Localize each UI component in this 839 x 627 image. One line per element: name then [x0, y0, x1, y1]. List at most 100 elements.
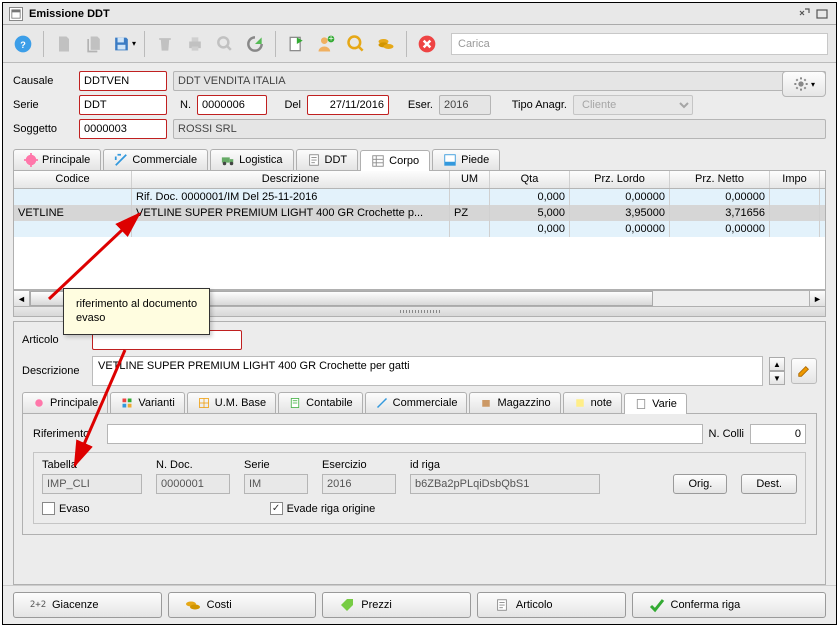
dtab-commerciale[interactable]: Commerciale: [365, 392, 468, 413]
riferimento-field[interactable]: [107, 424, 703, 444]
logistica-icon: [221, 153, 235, 167]
label-serie: Serie: [13, 99, 73, 111]
window-title: Emissione DDT: [29, 8, 794, 20]
label-descrizione: Descrizione: [22, 365, 86, 377]
descrizione-field[interactable]: VETLINE SUPER PREMIUM LIGHT 400 GR Croch…: [92, 356, 763, 386]
dtab-principale[interactable]: Principale: [22, 392, 108, 413]
print-icon[interactable]: [183, 32, 207, 56]
serie-ref-field: [244, 474, 308, 494]
dtab-varie[interactable]: Varie: [624, 393, 687, 414]
main-tabs: Principale Commerciale Logistica DDT Cor…: [3, 149, 836, 170]
grid-row[interactable]: 0,000 0,00000 0,00000: [14, 221, 825, 237]
grid-header: Codice Descrizione UM Qta Prz. Lordo Prz…: [14, 171, 825, 189]
window: Emissione DDT ? ▾ + Carica ▾: [2, 2, 837, 625]
titlebar: Emissione DDT: [3, 3, 836, 25]
tab-principale[interactable]: Principale: [13, 149, 101, 170]
window-icon: [9, 7, 23, 21]
dtab-varianti[interactable]: Varianti: [110, 392, 184, 413]
add-user-icon[interactable]: +: [314, 32, 338, 56]
dtab-magazzino[interactable]: Magazzino: [469, 392, 560, 413]
label-causale: Causale: [13, 75, 73, 87]
tab-commerciale[interactable]: Commerciale: [103, 149, 208, 170]
coins-icon: [185, 597, 201, 613]
idriga-field: [410, 474, 600, 494]
window-maximize-icon[interactable]: [814, 7, 830, 21]
umbase-icon: [197, 396, 211, 410]
save-icon[interactable]: ▾: [112, 32, 136, 56]
refresh-icon[interactable]: [243, 32, 267, 56]
articolo-button[interactable]: Articolo: [477, 592, 626, 618]
window-restore-icon[interactable]: [796, 7, 812, 21]
label-del: Del: [273, 99, 301, 111]
serie-field[interactable]: [79, 95, 167, 115]
export-icon[interactable]: [284, 32, 308, 56]
principale-icon: [24, 153, 38, 167]
close-icon[interactable]: [415, 32, 439, 56]
settings-button[interactable]: ▾: [782, 71, 826, 97]
orig-button[interactable]: Orig.: [673, 474, 727, 494]
causale-field[interactable]: [79, 71, 167, 91]
grid: Codice Descrizione UM Qta Prz. Lordo Prz…: [13, 170, 826, 290]
tab-corpo[interactable]: Corpo: [360, 150, 430, 171]
scroll-left-icon[interactable]: ◄: [13, 290, 30, 307]
note-icon: [573, 396, 587, 410]
evaso-checkbox[interactable]: Evaso: [42, 502, 90, 515]
dtab-contabile[interactable]: Contabile: [278, 392, 362, 413]
numero-field[interactable]: [197, 95, 267, 115]
copy-icon[interactable]: [82, 32, 106, 56]
header-form: ▾ Causale Serie N. Del Eser. Tipo Anagr.…: [3, 63, 836, 149]
grid-row[interactable]: VETLINE VETLINE SUPER PREMIUM LIGHT 400 …: [14, 205, 825, 221]
causale-descr-field: [173, 71, 826, 91]
detail-tabs: Principale Varianti U.M. Base Contabile …: [22, 392, 817, 413]
checkbox-icon: ✓: [270, 502, 283, 515]
label-n: N.: [173, 99, 191, 111]
scroll-right-icon[interactable]: ►: [809, 290, 826, 307]
commerciale-icon: [375, 396, 389, 410]
costi-button[interactable]: Costi: [168, 592, 317, 618]
search-icon[interactable]: [213, 32, 237, 56]
dtab-umbase[interactable]: U.M. Base: [187, 392, 276, 413]
checkbox-icon: [42, 502, 55, 515]
commerciale-icon: [114, 153, 128, 167]
carica-search[interactable]: Carica: [451, 33, 828, 55]
price-icon: [339, 597, 355, 613]
zoom-icon[interactable]: [344, 32, 368, 56]
eser-field: [439, 95, 491, 115]
toolbar: ? ▾ + Carica: [3, 25, 836, 63]
dtab-varie-content: Riferimento N. Colli Tabella N. Doc. Ser…: [22, 413, 817, 535]
dest-button[interactable]: Dest.: [741, 474, 797, 494]
giacenze-button[interactable]: 2+2Giacenze: [13, 592, 162, 618]
soggetto-field[interactable]: [79, 119, 167, 139]
piede-icon: [443, 153, 457, 167]
svg-text:?: ?: [20, 40, 26, 50]
label-riferimento: Riferimento: [33, 428, 101, 440]
conferma-riga-button[interactable]: Conferma riga: [632, 592, 826, 618]
tipo-anagr-select[interactable]: Cliente: [573, 95, 693, 115]
evade-checkbox[interactable]: ✓Evade riga origine: [270, 502, 376, 515]
edit-icon[interactable]: [791, 358, 817, 384]
label-tipo-anagr: Tipo Anagr.: [497, 99, 567, 111]
tab-logistica[interactable]: Logistica: [210, 149, 293, 170]
dtab-note[interactable]: note: [563, 392, 622, 413]
label-ncolli: N. Colli: [709, 428, 744, 440]
tab-ddt[interactable]: DDT: [296, 149, 359, 170]
soggetto-descr-field: [173, 119, 826, 139]
grid-row[interactable]: Rif. Doc. 0000001/IM Del 25-11-2016 0,00…: [14, 189, 825, 205]
tab-piede[interactable]: Piede: [432, 149, 500, 170]
ncolli-field[interactable]: [750, 424, 806, 444]
footer-buttons: 2+2Giacenze Costi Prezzi Articolo Confer…: [3, 585, 836, 624]
svg-text:+: +: [328, 34, 333, 44]
corpo-icon: [371, 154, 385, 168]
ddt-icon: [307, 153, 321, 167]
check-icon: [649, 597, 665, 613]
del-field[interactable]: [307, 95, 389, 115]
principale-icon: [32, 396, 46, 410]
prezzi-button[interactable]: Prezzi: [322, 592, 471, 618]
tabella-field: [42, 474, 142, 494]
contabile-icon: [288, 396, 302, 410]
help-icon[interactable]: ?: [11, 32, 35, 56]
coins-icon[interactable]: [374, 32, 398, 56]
new-icon[interactable]: [52, 32, 76, 56]
descr-spinner[interactable]: ▲▼: [769, 357, 785, 385]
delete-icon[interactable]: [153, 32, 177, 56]
